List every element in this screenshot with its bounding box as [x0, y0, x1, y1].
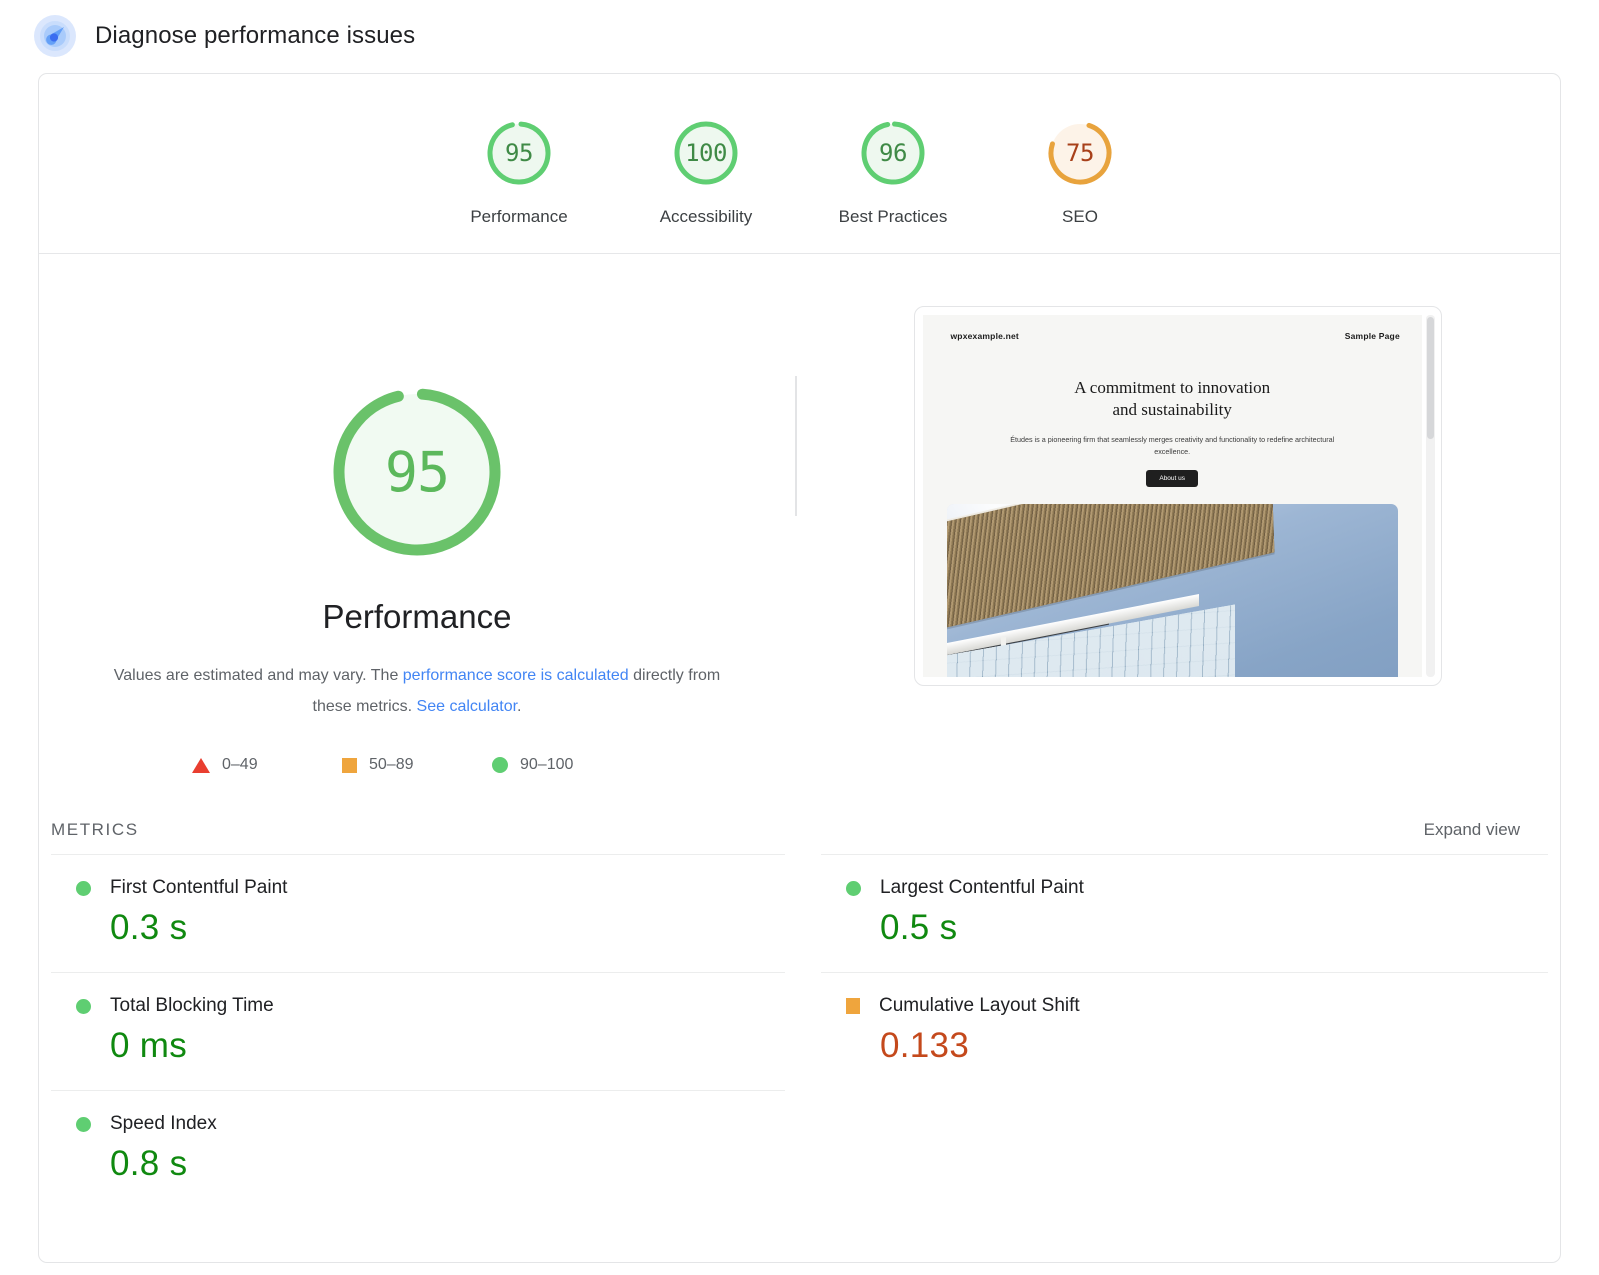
thumbnail-scrollbar-thumb[interactable]	[1426, 317, 1434, 439]
performance-gauge: 95	[329, 384, 505, 560]
page-screenshot-panel: wpxexample.net Sample Page A commitment …	[795, 254, 1560, 774]
expand-view-button[interactable]: Expand view	[1424, 820, 1520, 840]
gauge-score: 100	[685, 139, 727, 167]
gauge-ring: 75	[1043, 116, 1117, 190]
selected-category-panel: 95 Performance Values are estimated and …	[39, 254, 795, 774]
page-screenshot-frame[interactable]: wpxexample.net Sample Page A commitment …	[913, 306, 1442, 686]
score-legend: 0–49 50–89 90–100	[192, 756, 642, 774]
selected-category-description: Values are estimated and may vary. The p…	[107, 660, 727, 722]
description-suffix: .	[517, 698, 522, 716]
metric-value: 0.5 s	[880, 908, 958, 948]
metric-label: First Contentful Paint	[110, 877, 288, 899]
circle-pass-icon	[846, 880, 861, 896]
category-gauge-performance[interactable]: 95 Performance	[426, 116, 613, 227]
gauge-ring: 96	[856, 116, 930, 190]
gauge-label: SEO	[1062, 207, 1098, 226]
category-gauge-best-practices[interactable]: 96 Best Practices	[800, 116, 987, 227]
pagespeed-insights-report: Diagnose performance issues 95 Performan…	[0, 0, 1599, 1275]
circle-pass-icon	[76, 1116, 91, 1132]
performance-score-calculated-link[interactable]: performance score is calculated	[403, 667, 629, 684]
metric-total-blocking-time[interactable]: Total Blocking Time 0 ms	[51, 972, 785, 1090]
metric-largest-contentful-paint[interactable]: Largest Contentful Paint 0.5 s	[821, 854, 1548, 972]
page-header: Diagnose performance issues	[0, 0, 1599, 58]
thumbnail-hero: A commitment to innovation and sustainab…	[923, 377, 1422, 487]
thumbnail-heading: A commitment to innovation and sustainab…	[1003, 377, 1342, 422]
selected-category-title: Performance	[322, 598, 512, 635]
gauge-label: Accessibility	[659, 207, 753, 226]
square-average-icon	[846, 998, 860, 1015]
page-title: Diagnose performance issues	[95, 22, 416, 49]
legend-item-pass: 90–100	[492, 756, 642, 774]
legend-label: 90–100	[520, 756, 574, 774]
gauge-label: Performance	[470, 207, 568, 226]
vertical-divider	[795, 376, 797, 516]
metric-first-contentful-paint[interactable]: First Contentful Paint 0.3 s	[51, 854, 785, 972]
thumbnail-heading-line2: and sustainability	[1112, 400, 1232, 420]
thumbnail-about-us-button: About us	[1146, 469, 1199, 487]
performance-gauge-score: 95	[384, 440, 450, 504]
legend-item-average: 50–89	[342, 756, 492, 774]
metric-label: Largest Contentful Paint	[880, 877, 1084, 899]
metrics-section-title: METRICS	[51, 820, 139, 840]
thumbnail-heading-line1: A commitment to innovation	[1074, 378, 1271, 397]
triangle-fail-icon	[192, 757, 210, 773]
circle-pass-icon	[76, 998, 91, 1014]
category-score-gauges: 95 Performance 100 Accessibility 96 Best…	[39, 74, 1560, 254]
legend-label: 50–89	[369, 756, 414, 774]
metric-cumulative-layout-shift[interactable]: Cumulative Layout Shift 0.133	[821, 972, 1548, 1090]
metric-value: 0.133	[880, 1026, 970, 1066]
diagnose-speedometer-icon	[34, 15, 76, 57]
square-average-icon	[342, 757, 357, 773]
gauge-score: 75	[1066, 139, 1094, 167]
metric-speed-index[interactable]: Speed Index 0.8 s	[51, 1090, 785, 1208]
report-card: 95 Performance 100 Accessibility 96 Best…	[38, 73, 1561, 1263]
category-gauge-seo[interactable]: 75 SEO	[987, 116, 1174, 227]
metric-value: 0.8 s	[110, 1144, 188, 1184]
legend-label: 0–49	[222, 756, 258, 774]
thumbnail-topbar: wpxexample.net Sample Page	[923, 315, 1422, 341]
category-gauge-accessibility[interactable]: 100 Accessibility	[613, 116, 800, 227]
thumbnail-scrollbar[interactable]	[1425, 315, 1435, 677]
gauge-label: Best Practices	[838, 207, 948, 226]
metric-value: 0 ms	[110, 1026, 188, 1066]
report-body: 95 Performance Values are estimated and …	[39, 254, 1560, 1208]
metric-label: Speed Index	[110, 1113, 217, 1135]
metric-label: Cumulative Layout Shift	[879, 995, 1080, 1017]
page-screenshot-content: wpxexample.net Sample Page A commitment …	[922, 315, 1422, 677]
gauge-score: 96	[879, 139, 907, 167]
circle-pass-icon	[492, 757, 508, 774]
metrics-grid: First Contentful Paint 0.3 s Largest Con…	[39, 854, 1560, 1208]
description-prefix: Values are estimated and may vary. The	[113, 667, 403, 684]
gauge-score: 95	[505, 139, 533, 167]
thumbnail-hero-image	[946, 503, 1398, 677]
thumbnail-site-brand: wpxexample.net	[950, 331, 1019, 341]
gauge-ring: 95	[482, 116, 556, 190]
see-calculator-link[interactable]: See calculator	[417, 698, 518, 715]
metric-value: 0.3 s	[110, 908, 188, 948]
gauge-ring: 100	[669, 116, 743, 190]
metrics-header: METRICS Expand view	[39, 820, 1560, 840]
metrics-empty-cell	[821, 1090, 1548, 1208]
legend-item-fail: 0–49	[192, 756, 342, 774]
thumbnail-nav-link: Sample Page	[1344, 331, 1400, 341]
thumbnail-paragraph: Études is a pioneering firm that seamles…	[1010, 434, 1335, 456]
metric-label: Total Blocking Time	[110, 995, 274, 1017]
circle-pass-icon	[76, 880, 91, 896]
